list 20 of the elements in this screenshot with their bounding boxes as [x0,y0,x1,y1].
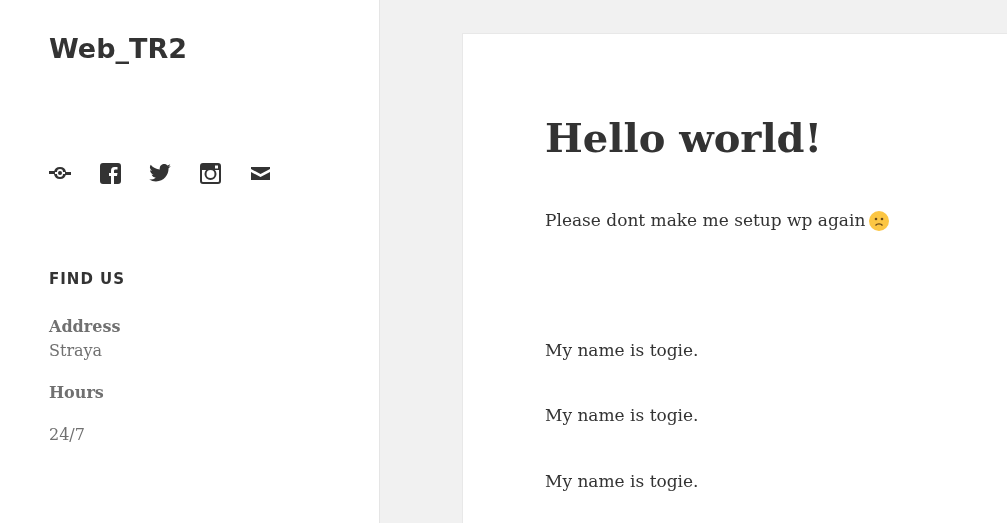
camera-link[interactable] [199,162,221,184]
site-title[interactable]: Web_TR2 [49,30,187,68]
bird-link[interactable] [149,162,171,184]
info-value: 24/7 [49,424,85,446]
mail-icon [250,166,270,180]
info-label: Hours [49,382,104,404]
widget-title: FIND US [49,269,126,290]
info-label: Address [49,316,121,338]
info-value: Straya [49,340,103,362]
post-paragraph: Please dont make me setup wp again [545,209,866,232]
post-paragraph: My name is togie. [545,404,699,427]
frown-face-icon [869,210,890,231]
facebook-link[interactable] [99,162,121,184]
bird-icon [149,164,171,182]
post-paragraph: My name is togie. [545,469,699,493]
post-title: Hello world! [545,114,823,162]
post-paragraph: My name is togie. [545,338,699,362]
facebook-icon [99,162,121,184]
camera-icon [199,162,221,184]
link-icon [49,166,71,180]
